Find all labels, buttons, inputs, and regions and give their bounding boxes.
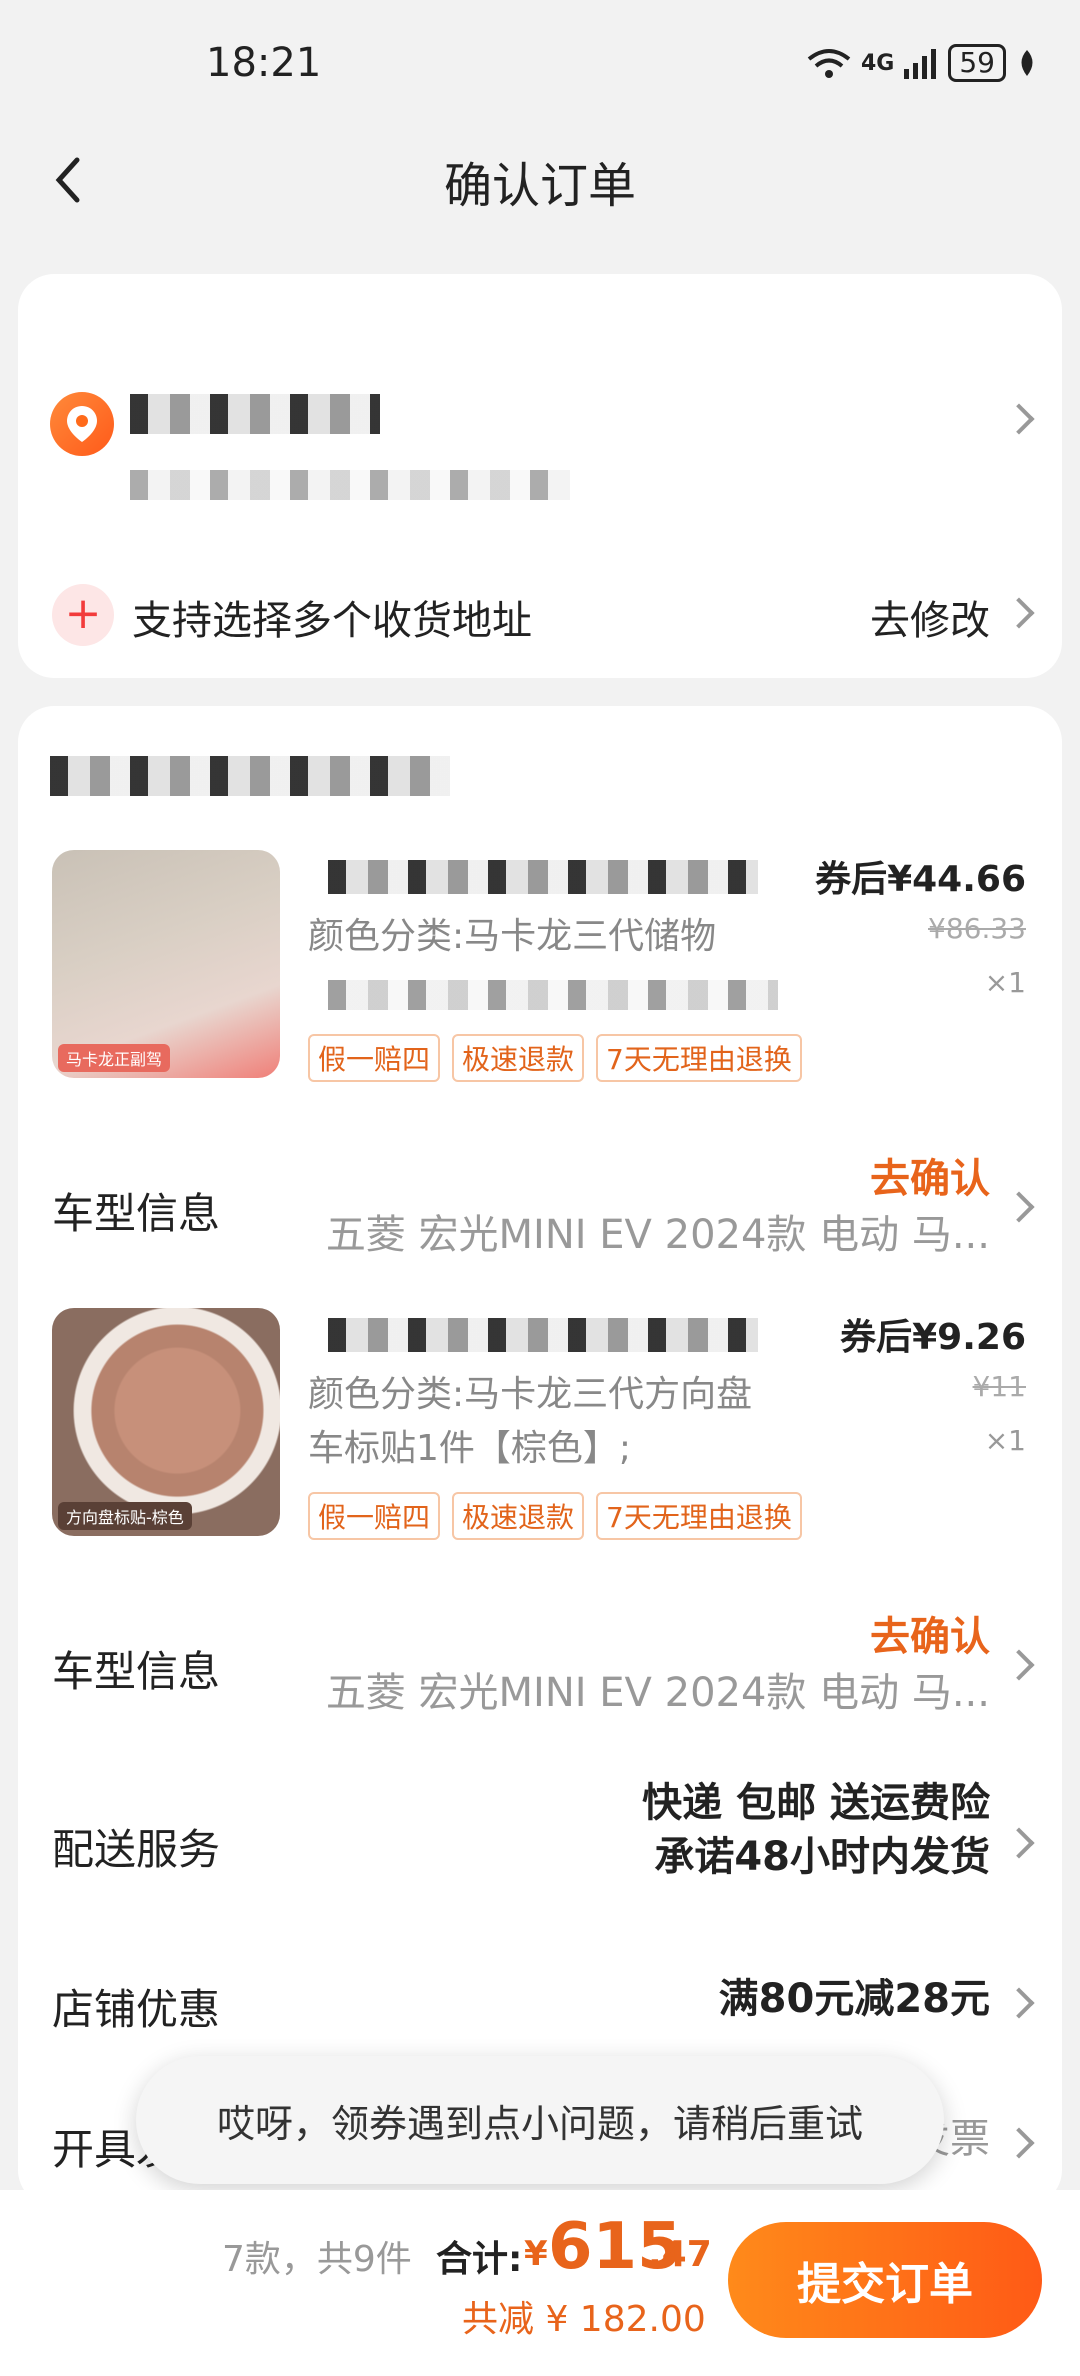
redacted-address [130, 470, 570, 500]
vehicle-chevron-icon [1004, 1648, 1034, 1678]
store-discount-row[interactable]: 店铺优惠 满80元减28元 [18, 1956, 1062, 2056]
vehicle-chevron-icon [1004, 1190, 1034, 1220]
original-price: ¥86.33 [928, 912, 1026, 945]
delivery-line-1: 快递 包邮 送运费险 [642, 1780, 990, 1826]
total-saved: 共减 ¥ 182.00 [462, 2299, 706, 2340]
delivery-label: 配送服务 [52, 1825, 221, 1874]
vehicle-model-value: 五菱 宏光MINI EV 2024款 电动 马... [325, 1670, 990, 1716]
add-address-icon[interactable]: + [52, 584, 114, 646]
page-title: 确认订单 [443, 158, 636, 214]
delivery-chevron-icon [1004, 1826, 1034, 1856]
multi-address-tip: 支持选择多个收货地址 [132, 598, 532, 644]
product-spec: 颜色分类:马卡龙三代储物 [308, 916, 717, 957]
vehicle-info-label: 车型信息 [52, 1647, 221, 1696]
redacted-recipient [130, 394, 380, 434]
vehicle-model-value: 五菱 宏光MINI EV 2024款 电动 马... [325, 1212, 990, 1258]
submit-order-button[interactable]: 提交订单 [728, 2222, 1042, 2338]
badge-counterfeit: 假一赔四 [308, 1492, 441, 1540]
product-price: 券后¥9.26 [840, 1317, 1026, 1358]
thumbnail-tag: 方向盘标贴-棕色 [58, 1502, 192, 1530]
product-item[interactable]: 马卡龙正副驾 颜色分类:马卡龙三代储物 券后¥44.66 ¥86.33 ×1 假… [18, 850, 1062, 1090]
address-chevron-icon [1004, 402, 1034, 432]
vehicle-info-row[interactable]: 车型信息 去确认 五菱 宏光MINI EV 2024款 电动 马... [18, 1594, 1062, 1744]
badge-7day-return: 7天无理由退换 [596, 1492, 802, 1540]
thumbnail-tag: 马卡龙正副驾 [58, 1044, 171, 1072]
network-label: 4G [860, 50, 895, 76]
redacted-product-title [328, 860, 758, 894]
address-card[interactable]: + 支持选择多个收货地址 去修改 [18, 274, 1062, 678]
badge-counterfeit: 假一赔四 [308, 1034, 441, 1082]
discount-chevron-icon [1004, 1986, 1034, 2016]
product-item[interactable]: 方向盘标贴-棕色 颜色分类:马卡龙三代方向盘车标贴1件【棕色】; 券后¥9.26… [18, 1308, 1062, 1548]
badge-7day-return: 7天无理由退换 [596, 1034, 802, 1082]
delivery-row[interactable]: 配送服务 快递 包邮 送运费险 承诺48小时内发货 [18, 1762, 1062, 1912]
product-quantity: ×1 [984, 1424, 1026, 1457]
modify-address-link[interactable]: 去修改 [870, 588, 990, 646]
redacted-spec-extra [328, 980, 778, 1010]
redacted-product-title [328, 1318, 758, 1352]
signal-icon [904, 49, 937, 79]
product-spec: 颜色分类:马卡龙三代方向盘车标贴1件【棕色】; [308, 1374, 753, 1469]
badge-fast-refund: 极速退款 [452, 1492, 585, 1540]
checkout-footer: 7款，共9件 合计: ¥ 615 .47 共减 ¥ 182.00 提交订单 [0, 2190, 1080, 2376]
badge-fast-refund: 极速退款 [452, 1034, 585, 1082]
status-icons: 4G 59 [807, 44, 1038, 82]
vehicle-info-row[interactable]: 车型信息 去确认 五菱 宏光MINI EV 2024款 电动 马... [18, 1136, 1062, 1286]
vehicle-confirm-link[interactable]: 去确认 [870, 1146, 990, 1204]
total-decimal: .47 [648, 2234, 712, 2275]
leaf-icon [1021, 50, 1033, 76]
store-discount-label: 店铺优惠 [52, 1985, 221, 2034]
order-card: 马卡龙正副驾 颜色分类:马卡龙三代储物 券后¥44.66 ¥86.33 ×1 假… [18, 706, 1062, 2206]
delivery-line-2: 承诺48小时内发货 [654, 1834, 990, 1880]
product-price: 券后¥44.66 [815, 859, 1026, 900]
status-bar: 18:21 4G 59 [0, 0, 1080, 130]
error-toast: 哎呀，领券遇到点小问题，请稍后重试 [136, 2056, 944, 2184]
redacted-store-name [50, 756, 450, 796]
modify-chevron-icon [1004, 596, 1034, 626]
battery-indicator: 59 [948, 44, 1006, 82]
service-badges: 假一赔四 极速退款 7天无理由退换 [308, 1034, 802, 1082]
wifi-icon [807, 49, 851, 78]
service-badges: 假一赔四 极速退款 7天无理由退换 [308, 1492, 802, 1540]
product-thumbnail[interactable]: 方向盘标贴-棕色 [52, 1308, 280, 1536]
header: 确认订单 [0, 130, 1080, 230]
delivery-value: 快递 包邮 送运费险 承诺48小时内发货 [642, 1776, 990, 1884]
total-currency: ¥ [524, 2234, 548, 2274]
item-count: 7款，共9件 [222, 2239, 412, 2280]
store-discount-value: 满80元减28元 [718, 1976, 990, 2022]
total-label: 合计: [436, 2239, 523, 2280]
status-time: 18:21 [206, 40, 322, 86]
invoice-chevron-icon [1004, 2126, 1034, 2156]
location-pin-icon [50, 392, 114, 456]
vehicle-info-label: 车型信息 [52, 1189, 221, 1238]
original-price: ¥11 [972, 1370, 1026, 1403]
vehicle-confirm-link[interactable]: 去确认 [870, 1604, 990, 1662]
product-quantity: ×1 [984, 966, 1026, 999]
product-thumbnail[interactable]: 马卡龙正副驾 [52, 850, 280, 1078]
